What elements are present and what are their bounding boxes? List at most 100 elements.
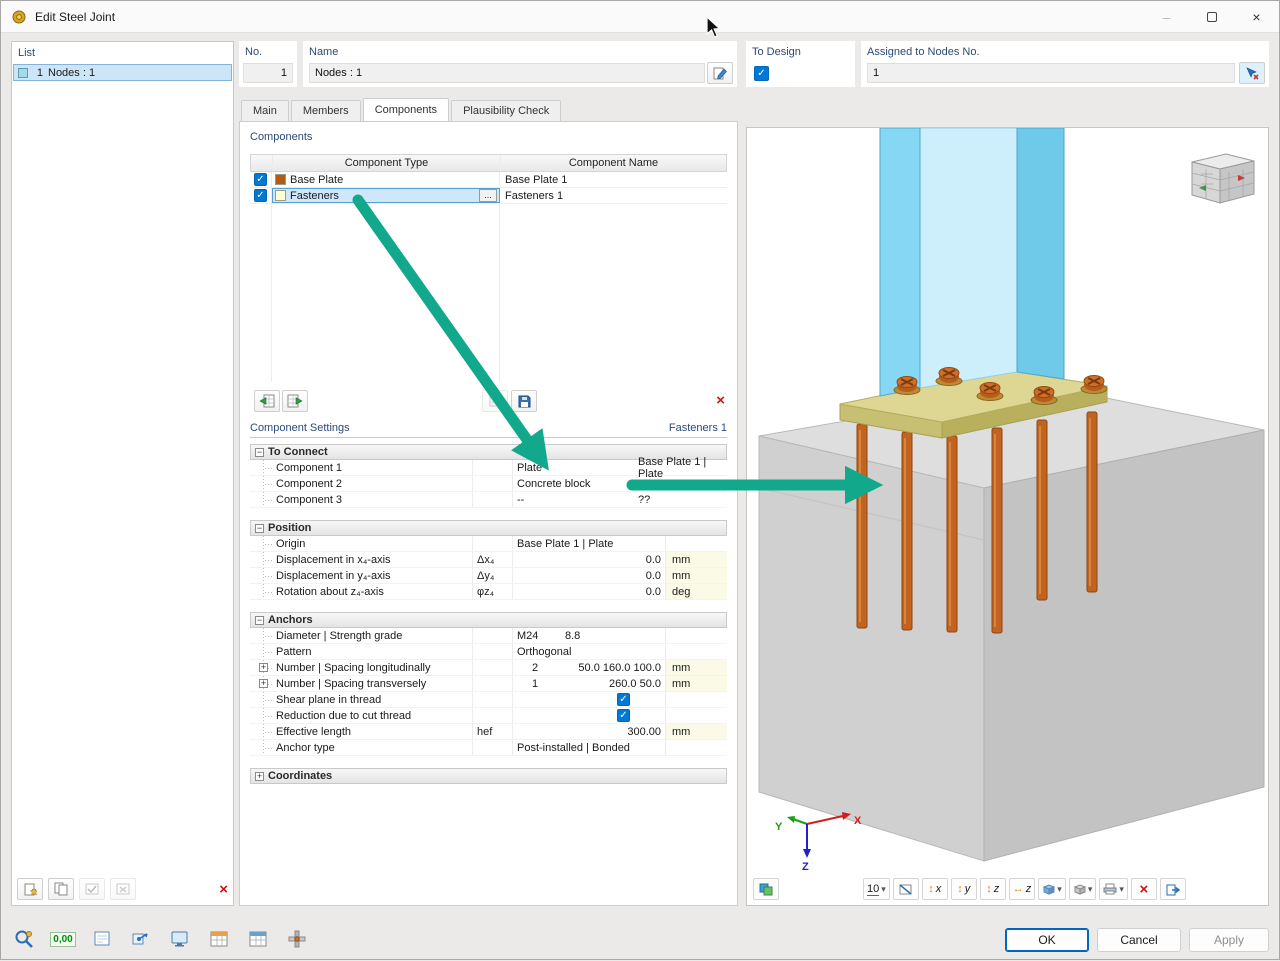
maximize-button[interactable]: [1189, 1, 1234, 32]
render-mode-button[interactable]: [753, 878, 779, 900]
uncheck-all-button[interactable]: [110, 878, 136, 900]
component-row-base-plate[interactable]: ✓ Base Plate Base Plate 1: [250, 172, 727, 188]
expand-icon[interactable]: +: [259, 679, 268, 688]
setting-value[interactable]: 0.0: [513, 554, 665, 566]
apply-button[interactable]: Apply: [1189, 928, 1269, 952]
display-properties-button[interactable]: [165, 926, 195, 952]
comment-button[interactable]: [87, 926, 117, 952]
isometric-view-dropdown[interactable]: ▾: [1069, 878, 1097, 900]
close-button[interactable]: ×: [1234, 1, 1279, 32]
setting-row-component-1[interactable]: Component 1 Plate Base Plate 1 | Plate: [250, 460, 727, 476]
component-kind[interactable]: Concrete block: [513, 478, 635, 490]
anchor-count-value[interactable]: 1: [513, 678, 557, 690]
list-item[interactable]: 1 Nodes : 1: [13, 64, 232, 81]
anchor-type-value[interactable]: Post-installed | Bonded: [513, 742, 630, 754]
setting-row-displacement-y[interactable]: Displacement in y₄-axis Δy₄ 0.0 mm: [250, 568, 727, 584]
setting-row-diameter-strength[interactable]: Diameter | Strength grade M24 8.8: [250, 628, 727, 644]
column-component-name[interactable]: Component Name: [501, 155, 726, 171]
diameter-value[interactable]: M24: [513, 630, 565, 642]
section-coordinates[interactable]: + Coordinates: [250, 768, 727, 784]
new-item-button[interactable]: [17, 878, 43, 900]
find-settings-button[interactable]: [9, 926, 39, 952]
to-design-checkbox[interactable]: ✓: [754, 66, 769, 81]
delete-item-button[interactable]: ×: [219, 881, 228, 898]
delete-all-components-button[interactable]: ×: [716, 392, 725, 409]
setting-row-spacing-transverse[interactable]: Number | Spacing transversely + 1 260.0 …: [250, 676, 727, 692]
import-from-library-button[interactable]: [482, 390, 508, 412]
navigation-cube[interactable]: [1192, 154, 1254, 203]
select-nodes-button[interactable]: [1239, 62, 1265, 84]
component-row-fasteners[interactable]: ✓ Fasteners ... Fasteners 1: [250, 188, 727, 204]
clipping-box-button[interactable]: [893, 878, 919, 900]
result-tables-button[interactable]: [204, 926, 234, 952]
collapse-icon[interactable]: −: [255, 616, 264, 625]
setting-row-pattern[interactable]: Pattern Orthogonal: [250, 644, 727, 660]
display-units-button[interactable]: 0,00: [48, 926, 78, 952]
shear-plane-checkbox[interactable]: ✓: [617, 693, 630, 706]
pattern-value[interactable]: Orthogonal: [513, 646, 571, 658]
check-all-button[interactable]: [79, 878, 105, 900]
components-table-empty-area[interactable]: [250, 204, 727, 382]
setting-row-origin[interactable]: Origin Base Plate 1 | Plate: [250, 536, 727, 552]
joint-configuration-button[interactable]: [282, 926, 312, 952]
setting-row-rotation-z[interactable]: Rotation about z₄-axis φz₄ 0.0 deg: [250, 584, 727, 600]
remove-component-button[interactable]: [282, 390, 308, 412]
collapse-icon[interactable]: −: [255, 524, 264, 533]
cut-thread-checkbox[interactable]: ✓: [617, 709, 630, 722]
browse-fasteners-button[interactable]: ...: [479, 189, 497, 202]
setting-row-spacing-longitudinal[interactable]: Number | Spacing longitudinally + 2 50.0…: [250, 660, 727, 676]
add-component-button[interactable]: [254, 390, 280, 412]
section-anchors[interactable]: − Anchors: [250, 612, 727, 628]
strength-grade-value[interactable]: 8.8: [565, 630, 580, 642]
anchor-spacing-value[interactable]: 260.0 50.0: [557, 678, 665, 690]
setting-value[interactable]: 0.0: [513, 570, 665, 582]
setting-row-displacement-x[interactable]: Displacement in x₄-axis Δx₄ 0.0 mm: [250, 552, 727, 568]
print-graphic-dropdown[interactable]: ▾: [1099, 878, 1128, 900]
3d-scene[interactable]: X Y Z: [747, 128, 1268, 905]
setting-value[interactable]: 0.0: [513, 586, 665, 598]
component-value[interactable]: ??: [638, 494, 650, 506]
select-related-objects-button[interactable]: [126, 926, 156, 952]
view-x-button[interactable]: ↕x: [922, 878, 948, 900]
name-field[interactable]: Nodes : 1: [309, 63, 705, 83]
printout-tables-button[interactable]: [243, 926, 273, 952]
anchor-spacing-value[interactable]: 50.0 160.0 100.0: [557, 662, 665, 674]
graphic-display-dropdown[interactable]: ▾: [1038, 878, 1066, 900]
fasteners-checkbox[interactable]: ✓: [254, 189, 267, 202]
origin-value[interactable]: Base Plate 1 | Plate: [513, 538, 613, 550]
3d-viewport[interactable]: X Y Z 10 ▾ ↕x ↕y ↕z ↔z: [746, 127, 1269, 906]
tab-members[interactable]: Members: [291, 100, 361, 121]
zoom-factor-button[interactable]: 10 ▾: [863, 878, 890, 900]
save-to-library-button[interactable]: [511, 390, 537, 412]
tab-main[interactable]: Main: [241, 100, 289, 121]
base-plate-checkbox[interactable]: ✓: [254, 173, 267, 186]
ok-button[interactable]: OK: [1005, 928, 1089, 952]
component-kind[interactable]: --: [513, 494, 635, 506]
setting-value[interactable]: 300.00: [513, 726, 665, 738]
expand-icon[interactable]: +: [255, 772, 264, 781]
assigned-nodes-field[interactable]: 1: [867, 63, 1235, 83]
section-position[interactable]: − Position: [250, 520, 727, 536]
setting-row-cut-thread[interactable]: Reduction due to cut thread ✓: [250, 708, 727, 724]
component-kind[interactable]: Plate: [513, 462, 635, 474]
edit-name-button[interactable]: [707, 62, 733, 84]
reset-view-button[interactable]: ×: [1131, 878, 1157, 900]
setting-row-anchor-type[interactable]: Anchor type Post-installed | Bonded: [250, 740, 727, 756]
collapse-icon[interactable]: −: [255, 448, 264, 457]
minimize-button[interactable]: –: [1144, 1, 1189, 32]
view-y-button[interactable]: ↕y: [951, 878, 977, 900]
setting-row-effective-length[interactable]: Effective length hef 300.00 mm: [250, 724, 727, 740]
column-component-type[interactable]: Component Type: [273, 155, 501, 171]
tab-components[interactable]: Components: [363, 98, 449, 121]
view-z-reverse-button[interactable]: ↔z: [1009, 878, 1036, 900]
setting-row-component-2[interactable]: Component 2 Concrete block: [250, 476, 727, 492]
expand-icon[interactable]: +: [259, 663, 268, 672]
setting-row-shear-plane[interactable]: Shear plane in thread ✓: [250, 692, 727, 708]
copy-item-button[interactable]: [48, 878, 74, 900]
setting-row-component-3[interactable]: Component 3 -- ??: [250, 492, 727, 508]
cancel-button[interactable]: Cancel: [1097, 928, 1181, 952]
export-graphic-button[interactable]: [1160, 878, 1186, 900]
tab-plausibility-check[interactable]: Plausibility Check: [451, 100, 561, 121]
view-z-button[interactable]: ↕z: [980, 878, 1006, 900]
anchor-count-value[interactable]: 2: [513, 662, 557, 674]
